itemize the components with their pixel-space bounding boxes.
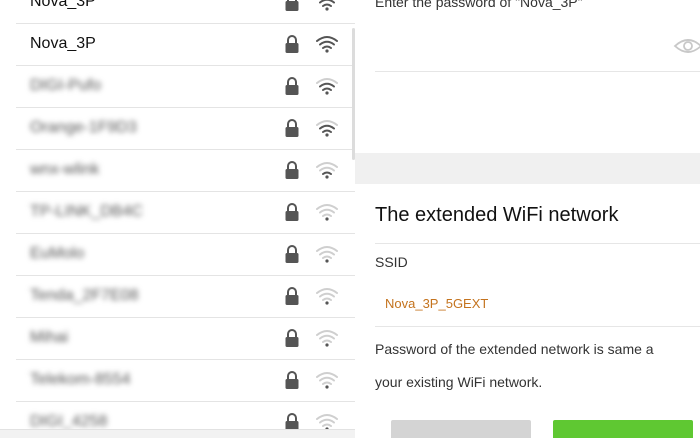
wifi-signal-icon xyxy=(316,288,338,305)
extended-network-heading: The extended WiFi network xyxy=(375,204,619,226)
wifi-network-name: EuMolo xyxy=(30,245,85,262)
password-field-underline[interactable] xyxy=(375,71,700,72)
lock-icon xyxy=(285,77,299,95)
section-separator xyxy=(355,153,700,184)
wifi-signal-icon xyxy=(316,162,338,179)
wifi-network-name: TP-LINK_DB4C xyxy=(30,203,143,220)
wifi-network-item[interactable]: Nova_3P xyxy=(16,23,355,66)
divider xyxy=(375,326,700,327)
wifi-signal-icon xyxy=(319,0,335,11)
wifi-network-item[interactable]: TP-LINK_DB4C xyxy=(16,191,355,234)
wifi-network-item[interactable]: Nova_3P xyxy=(16,0,355,24)
lock-icon xyxy=(285,0,299,11)
lock-icon xyxy=(285,371,299,389)
extended-password-note-line-1: Password of the extended network is same… xyxy=(375,341,654,357)
wifi-signal-icon xyxy=(316,330,338,347)
secondary-button[interactable] xyxy=(391,420,531,438)
wifi-network-item[interactable]: Tenda_2F7E08 xyxy=(16,275,355,318)
wifi-network-name: DIGI-Pufo xyxy=(30,77,102,94)
wifi-network-item[interactable]: Orange-1F9D3 xyxy=(16,107,355,150)
divider xyxy=(375,243,700,244)
wifi-network-item[interactable]: Mihai xyxy=(16,317,355,360)
lock-icon xyxy=(285,119,299,137)
extender-setup-panel: Enter the password of "Nova_3P" The exte… xyxy=(355,0,700,438)
wifi-network-item[interactable]: Telekom-8554 xyxy=(16,359,355,402)
wifi-network-item[interactable]: EuMolo xyxy=(16,233,355,276)
wifi-signal-icon xyxy=(316,204,338,221)
wifi-signal-icon xyxy=(316,78,338,95)
lock-icon xyxy=(285,203,299,221)
wifi-network-item[interactable]: DIGI-Pufo xyxy=(16,65,355,108)
wifi-network-name: Telekom-8554 xyxy=(30,371,131,388)
ssid-value-field[interactable]: Nova_3P_5GEXT xyxy=(385,296,488,311)
wifi-signal-icon xyxy=(316,246,338,263)
lock-icon xyxy=(285,329,299,347)
wifi-network-name: Nova_3P xyxy=(30,35,96,52)
wifi-signal-icon xyxy=(316,120,338,137)
wifi-signal-icon xyxy=(316,372,338,389)
password-prompt-label: Enter the password of "Nova_3P" xyxy=(375,0,583,10)
extended-password-note-line-2: your existing WiFi network. xyxy=(375,374,543,390)
lock-icon xyxy=(285,161,299,179)
lock-icon xyxy=(285,287,299,305)
wifi-network-name: Orange-1F9D3 xyxy=(30,119,137,136)
primary-button[interactable] xyxy=(553,420,693,438)
ssid-label: SSID xyxy=(375,254,408,270)
wifi-network-name: Mihai xyxy=(30,329,69,346)
wifi-network-name: wnx-wlink xyxy=(30,161,100,178)
wifi-signal-icon xyxy=(316,36,338,53)
show-password-eye-icon[interactable] xyxy=(673,36,700,56)
wifi-network-list: Nova_3P Nova_3P DIGI-Pufo Orange-1F9D3 wnx-w… xyxy=(0,0,355,438)
wifi-network-name: Tenda_2F7E08 xyxy=(30,287,139,304)
wifi-network-name: Nova_3P xyxy=(30,0,96,10)
bottom-bar xyxy=(0,429,355,438)
lock-icon xyxy=(285,245,299,263)
wifi-network-item[interactable]: wnx-wlink xyxy=(16,149,355,192)
lock-icon xyxy=(285,35,299,53)
